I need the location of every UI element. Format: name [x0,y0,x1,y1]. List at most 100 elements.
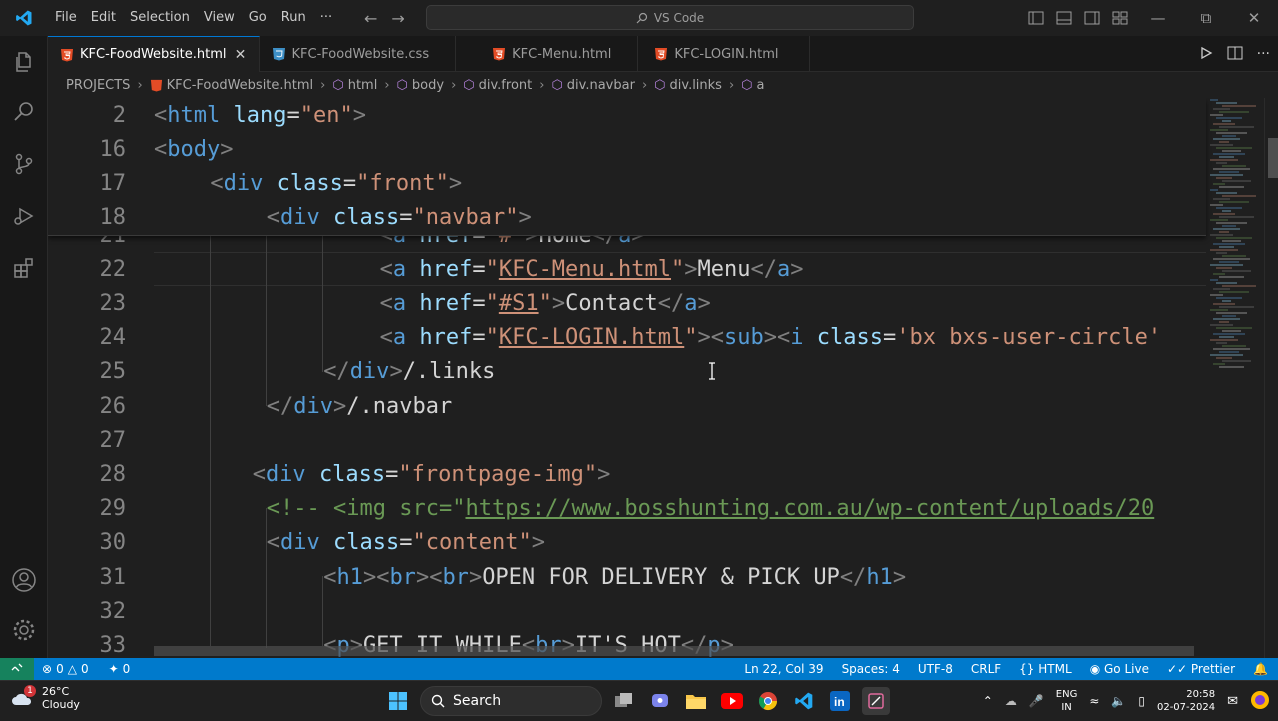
close-window-icon[interactable]: ✕ [1230,9,1278,27]
error-icon[interactable]: ⊗ [42,662,52,676]
search-icon[interactable] [0,88,48,136]
code-text[interactable]: <h1><br><br>OPEN FOR DELIVERY & PICK UP<… [323,565,906,590]
sticky-line[interactable]: 16 <body> [48,132,1206,166]
run-debug-icon[interactable] [0,192,48,240]
code-line[interactable]: 30 <div class="content"> [48,526,1206,560]
go-live-button[interactable]: ◉ Go Live [1090,662,1149,676]
minimize-icon[interactable]: — [1134,9,1182,27]
snipping-tool-icon[interactable] [862,687,890,715]
clock[interactable]: 20:58 02-07-2024 [1157,688,1215,714]
more-actions-icon[interactable]: ··· [1257,46,1270,62]
sticky-line[interactable]: 18 <div class="navbar"> [48,201,1206,235]
notification-center-icon[interactable]: ✉ [1227,694,1238,709]
code-text[interactable]: <html lang="en"> [154,103,366,128]
code-text[interactable]: <a href="KFC-Menu.html">Menu</a> [380,257,804,282]
cursor-position[interactable]: Ln 22, Col 39 [744,662,823,676]
vertical-scrollbar[interactable] [1264,98,1278,658]
battery-icon[interactable]: ▯ [1138,694,1145,708]
code-line[interactable]: 32 [48,594,1206,628]
input-language[interactable]: ENG IN [1056,688,1078,714]
sticky-line[interactable]: 17 <div class="front"> [48,166,1206,200]
extensions-icon[interactable] [0,244,48,292]
breadcrumb-item[interactable]: ⬡ div.links [654,78,722,93]
end-of-line[interactable]: CRLF [971,662,1001,676]
prettier-button[interactable]: ✓✓ Prettier [1167,662,1235,676]
windows-start-icon[interactable] [384,687,412,715]
toggle-primary-sidebar-icon[interactable] [1022,11,1050,25]
indentation[interactable]: Spaces: 4 [842,662,900,676]
language-mode[interactable]: {} HTML [1019,662,1072,676]
manage-gear-icon[interactable] [0,606,48,654]
breadcrumb-item[interactable]: ⬡ body [397,78,445,93]
code-text[interactable]: <a href="KFC-LOGIN.html"><sub><i class='… [380,325,1162,350]
volume-icon[interactable]: 🔈 [1111,694,1126,708]
tab-kfc-foodwebsite-css[interactable]: KFC-FoodWebsite.css [260,36,457,72]
vscode-taskbar-icon[interactable] [790,687,818,715]
onedrive-icon[interactable]: ☁ [1005,694,1017,708]
command-center-search[interactable]: VS Code [426,5,914,30]
error-count[interactable]: 0 [56,662,64,676]
code-text[interactable]: </div>/.navbar [267,394,452,419]
menu-selection[interactable]: Selection [123,0,197,36]
code-text[interactable]: <a href="#S1">Contact</a> [380,291,711,316]
teams-chat-icon[interactable] [646,687,674,715]
accounts-icon[interactable] [0,556,48,604]
toggle-secondary-sidebar-icon[interactable] [1078,11,1106,25]
code-line[interactable]: 31 <h1><br><br>OPEN FOR DELIVERY & PICK U… [48,560,1206,594]
breadcrumb-item[interactable]: ⬡ div.navbar [551,78,635,93]
tab-kfc-foodwebsite-html[interactable]: KFC-FoodWebsite.html ✕ [48,36,260,72]
back-arrow-icon[interactable]: ← [364,9,377,28]
encoding[interactable]: UTF-8 [918,662,953,676]
run-play-icon[interactable] [1199,45,1213,64]
breadcrumb-item[interactable]: KFC-FoodWebsite.html [150,78,313,93]
notifications-bell-icon[interactable]: 🔔 [1253,662,1268,676]
menu-go[interactable]: Go [242,0,274,36]
weather-widget[interactable]: 1 26°C Cloudy [10,685,80,711]
code-text[interactable]: <div class="front"> [210,171,462,196]
microphone-icon[interactable]: 🎤 [1029,694,1044,708]
code-line[interactable]: 28 <div class="frontpage-img"> [48,457,1206,491]
menu-view[interactable]: View [197,0,242,36]
code-line[interactable]: 29 <!-- <img src="https://www.bosshunting… [48,492,1206,526]
chrome-icon[interactable] [754,687,782,715]
code-text[interactable]: <div class="navbar"> [267,205,532,230]
taskbar-search[interactable]: Search [420,686,602,716]
task-view-icon[interactable] [610,687,638,715]
remote-indicator-icon[interactable] [0,658,34,680]
forward-arrow-icon[interactable]: → [391,9,404,28]
close-tab-icon[interactable]: ✕ [233,47,249,63]
breadcrumb-item[interactable]: PROJECTS [66,78,130,93]
code-line[interactable]: 23 <a href="#S1">Contact</a> [48,286,1206,320]
ports-count[interactable]: 0 [123,662,131,676]
code-text[interactable]: <div class="content"> [267,530,545,555]
restore-icon[interactable]: ⧉ [1182,9,1230,27]
vertical-scroll-thumb[interactable] [1268,138,1278,178]
code-editor[interactable]: 2 <html lang="en"> 16 <body> 17 <div class="f… [48,98,1278,658]
code-line[interactable]: 27 [48,423,1206,457]
code-line[interactable]: 22 <a href="KFC-Menu.html">Menu</a> [48,252,1206,286]
warning-count[interactable]: 0 [81,662,89,676]
code-text[interactable]: <!-- <img src="https://www.bosshunting.c… [267,496,1154,521]
code-line[interactable]: 25 </div>/.links [48,355,1206,389]
tab-kfc-menu-html[interactable]: KFC-Menu.html [456,36,639,72]
show-hidden-icons-chevron-icon[interactable]: ⌃ [983,694,993,708]
breadcrumb-item[interactable]: ⬡ div.front [463,78,532,93]
source-control-icon[interactable] [0,140,48,188]
explorer-icon[interactable] [0,38,48,86]
menu-edit[interactable]: Edit [84,0,123,36]
sticky-line[interactable]: 2 <html lang="en"> [48,98,1206,132]
code-line[interactable]: 26 </div>/.navbar [48,389,1206,423]
horizontal-scroll-thumb[interactable] [154,646,1194,656]
tab-kfc-login-html[interactable]: KFC-LOGIN.html [638,36,810,72]
youtube-icon[interactable] [718,687,746,715]
wifi-icon[interactable]: ≈ [1089,694,1099,708]
menu-run[interactable]: Run [274,0,313,36]
ports-icon[interactable]: ✦ [109,662,119,676]
split-editor-icon[interactable] [1227,45,1243,64]
copilot-icon[interactable] [1250,690,1270,713]
horizontal-scrollbar[interactable] [154,646,1206,656]
breadcrumb-item[interactable]: ⬡ a [741,78,764,93]
code-line[interactable]: 24 <a href="KFC-LOGIN.html"><sub><i class… [48,321,1206,355]
code-text[interactable]: </div>/.links [323,359,495,384]
customize-layout-icon[interactable] [1106,11,1134,25]
